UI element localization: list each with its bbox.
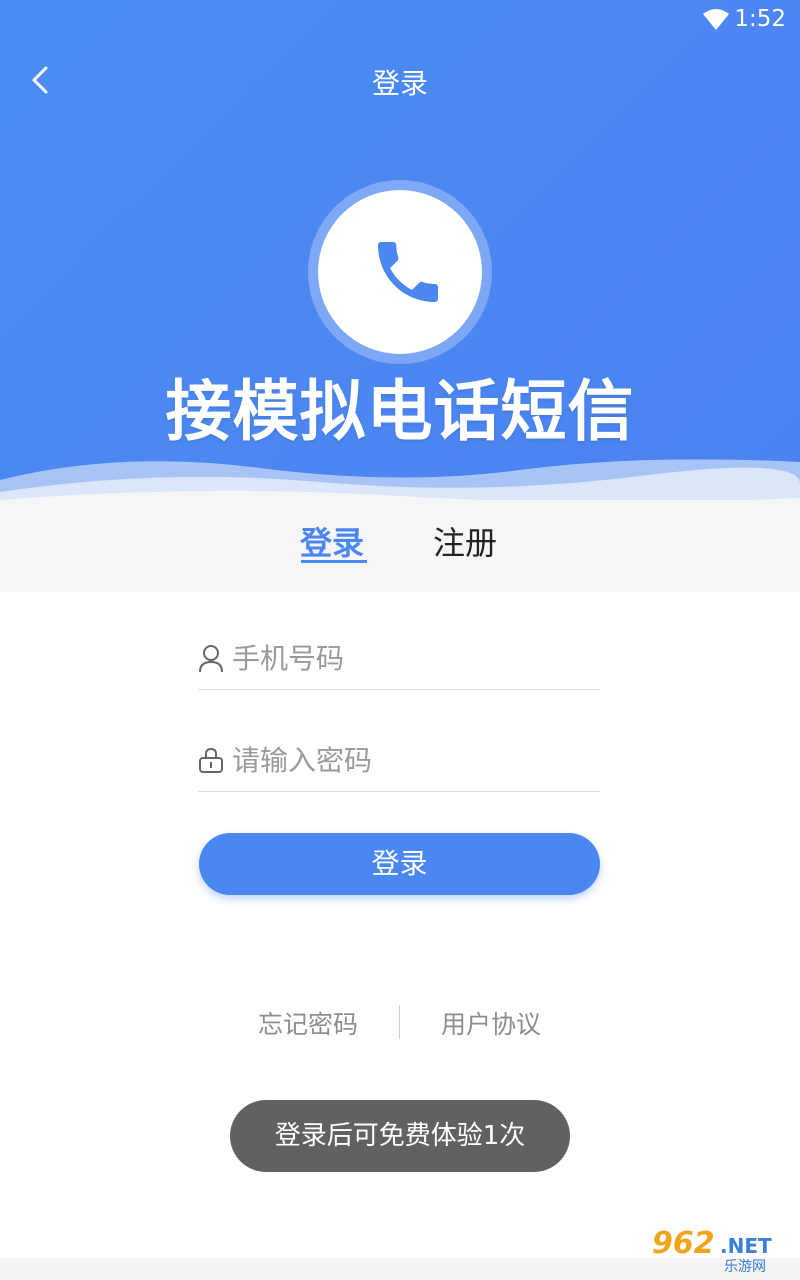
watermark-number: 962 [652, 1226, 715, 1261]
lock-icon [199, 747, 223, 773]
phone-input[interactable] [232, 636, 592, 680]
logo-circle [318, 190, 482, 354]
nav-bar: 登录 [0, 50, 800, 110]
status-bar: 1:52 [0, 0, 800, 40]
active-tab-indicator [301, 560, 367, 563]
auth-tabs: 登录 注册 [0, 500, 800, 592]
password-field [198, 732, 600, 792]
watermark-net: .NET [720, 1234, 772, 1258]
phone-icon [378, 242, 438, 302]
watermark-text: 乐游网 [724, 1259, 766, 1275]
site-watermark-logo: 962 .NET 乐游网 [652, 1226, 792, 1275]
app-logo [308, 180, 492, 364]
user-agreement-link[interactable]: 用户协议 [441, 1005, 541, 1041]
login-form [198, 630, 600, 800]
page-title: 登录 [371, 67, 428, 100]
forgot-password-link[interactable]: 忘记密码 [258, 1005, 358, 1041]
links-divider [399, 1005, 400, 1039]
phone-field [198, 630, 600, 690]
login-button[interactable]: 登录 [199, 833, 600, 895]
status-time: 1:52 [734, 6, 786, 32]
tab-register[interactable]: 注册 [433, 518, 497, 564]
toast-message: 登录后可免费体验1次 [230, 1100, 570, 1172]
wifi-icon [703, 9, 729, 30]
user-icon [199, 645, 223, 673]
wave-decoration [0, 459, 800, 500]
password-input[interactable] [232, 738, 592, 782]
header-banner: 1:52 登录 接模拟电话短信 [0, 0, 800, 500]
tab-login[interactable]: 登录 [300, 518, 364, 564]
footer-links: 忘记密码 用户协议 [0, 1005, 800, 1041]
